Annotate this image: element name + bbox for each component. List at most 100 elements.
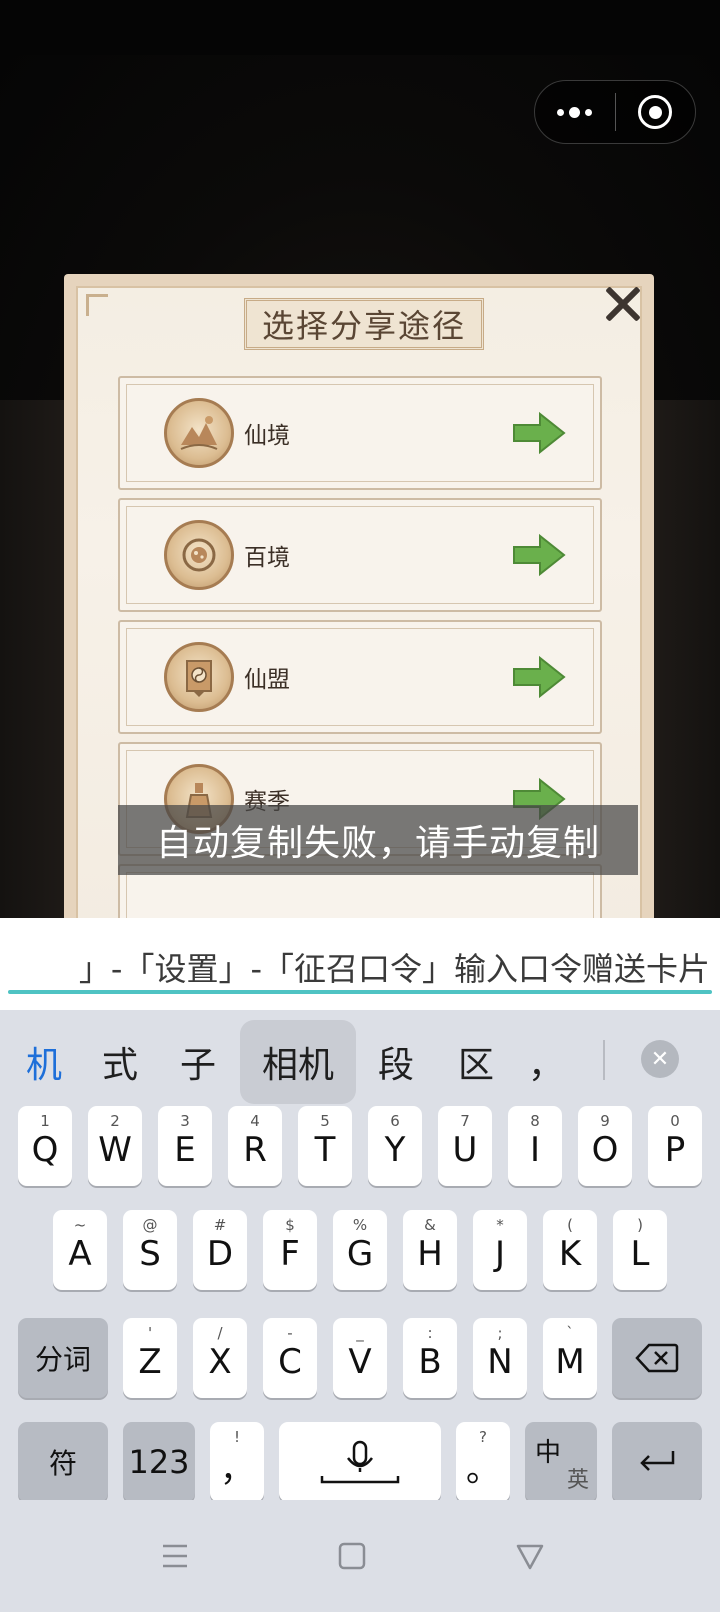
key-l[interactable]: ) L [613,1210,667,1290]
candidate-close-icon[interactable]: ✕ [641,1040,679,1078]
key-t[interactable]: 5T [298,1106,352,1186]
key-alt-symbol: @ [142,1216,158,1234]
key-e[interactable]: 3E [158,1106,212,1186]
key-x[interactable]: / X [193,1318,247,1398]
mountain-emblem-icon [164,398,234,468]
space-key[interactable] [279,1422,441,1502]
key-alt-symbol: * [496,1216,504,1234]
more-dots-icon[interactable] [535,81,615,143]
option-label: 仙盟 [244,667,290,693]
comma-key-alt: ! [233,1428,240,1446]
toast-message: 自动复制失败，请手动复制 [118,805,638,875]
key-s[interactable]: @ S [123,1210,177,1290]
candidate-item[interactable]: 式 [88,1020,152,1104]
key-d[interactable]: # D [193,1210,247,1290]
backspace-icon [635,1343,679,1373]
backspace-key[interactable] [612,1318,702,1398]
key-y[interactable]: 6Y [368,1106,422,1186]
key-alt-symbol: 7 [460,1112,470,1130]
key-letter: M [555,1342,585,1382]
key-r[interactable]: 4R [228,1106,282,1186]
key-alt-symbol: - [287,1324,293,1342]
key-letter: Y [384,1130,406,1170]
candidate-bar: 机 式 子 相机 段 区 ， ✕ [0,1010,720,1114]
enter-icon [640,1451,675,1471]
key-q[interactable]: 1Q [18,1106,72,1186]
key-u[interactable]: 7U [438,1106,492,1186]
key-k[interactable]: (K [543,1210,597,1290]
key-m[interactable]: ` M [543,1318,597,1398]
key-w[interactable]: 2W [88,1106,142,1186]
key-alt-symbol: 9 [600,1112,610,1130]
key-alt-symbol: ) [637,1216,643,1234]
share-option-xianjing[interactable]: 仙境 [118,376,602,490]
key-letter: Z [138,1342,162,1382]
number-key[interactable]: 123 [123,1422,195,1502]
comma-key[interactable]: ! ， [210,1422,264,1502]
home-icon[interactable] [332,1536,372,1576]
key-n[interactable]: ; N [473,1318,527,1398]
segment-key[interactable]: 分词 [18,1318,108,1398]
close-icon[interactable] [602,284,642,324]
banner-emblem-icon [164,642,234,712]
comma-key-label: ， [220,1449,254,1490]
language-main-label: 中 [535,1438,562,1468]
key-f[interactable]: $ F [263,1210,317,1290]
key-letter: V [348,1342,372,1382]
key-letter: J [494,1234,506,1274]
key-letter: D [206,1234,234,1274]
key-z[interactable]: ' Z [123,1318,177,1398]
key-alt-symbol: : [427,1324,433,1342]
candidate-divider [603,1040,605,1080]
language-switch-key[interactable]: 中 英 [525,1422,597,1502]
key-h[interactable]: & H [403,1210,457,1290]
key-alt-symbol: ~ [73,1216,87,1234]
share-option-xianmeng[interactable]: 仙盟 [118,620,602,734]
key-c[interactable]: -C [263,1318,317,1398]
key-alt-symbol: 1 [40,1112,50,1130]
key-p[interactable]: 0P [648,1106,702,1186]
key-v[interactable]: _ V [333,1318,387,1398]
key-i[interactable]: 8I [508,1106,562,1186]
key-alt-symbol: _ [356,1324,364,1342]
key-a[interactable]: ~ A [53,1210,107,1290]
target-close-icon[interactable] [616,81,696,143]
period-key[interactable]: ? 。 [456,1422,510,1502]
candidate-item[interactable]: 段 [364,1020,428,1104]
key-letter: O [591,1130,619,1170]
candidate-item[interactable]: ， [520,1020,572,1104]
key-letter: L [630,1234,650,1274]
candidate-item[interactable]: 子 [166,1020,230,1104]
key-alt-symbol: 2 [110,1112,120,1130]
arrow-right-icon [513,655,566,699]
candidate-item[interactable]: 区 [444,1020,508,1104]
key-letter: I [529,1130,541,1170]
back-icon[interactable] [510,1536,550,1576]
key-alt-symbol: 3 [180,1112,190,1130]
key-alt-symbol: 8 [530,1112,540,1130]
key-alt-symbol: 4 [250,1112,260,1130]
candidate-item[interactable]: 机 [14,1020,74,1104]
share-code-input[interactable]: 」-「设置」-「征召口令」输入口令赠送卡片 [0,918,720,1010]
key-g[interactable]: % G [333,1210,387,1290]
key-letter: P [664,1130,686,1170]
key-b[interactable]: :B [403,1318,457,1398]
input-value: 」-「设置」-「征召口令」输入口令赠送卡片 [78,950,710,988]
menu-icon[interactable] [155,1536,195,1576]
symbol-key[interactable]: 符 [18,1422,108,1502]
key-alt-symbol: ` [566,1324,574,1342]
game-canvas: 选择分享途径 仙境 百境 仙盟 赛季 自动复制失败，请手动复制 [0,0,720,918]
microphone-icon [320,1440,400,1484]
segment-key-label: 分词 [34,1343,91,1376]
system-nav-bar [0,1500,720,1612]
candidate-item[interactable]: 相机 [240,1020,356,1104]
key-letter: W [98,1130,132,1170]
key-letter: B [418,1342,442,1382]
key-j[interactable]: * J [473,1210,527,1290]
key-o[interactable]: 9O [578,1106,632,1186]
key-alt-symbol: 6 [390,1112,400,1130]
key-letter: A [68,1234,92,1274]
enter-key[interactable] [612,1422,702,1502]
key-letter: T [314,1130,336,1170]
share-option-baijing[interactable]: 百境 [118,498,602,612]
